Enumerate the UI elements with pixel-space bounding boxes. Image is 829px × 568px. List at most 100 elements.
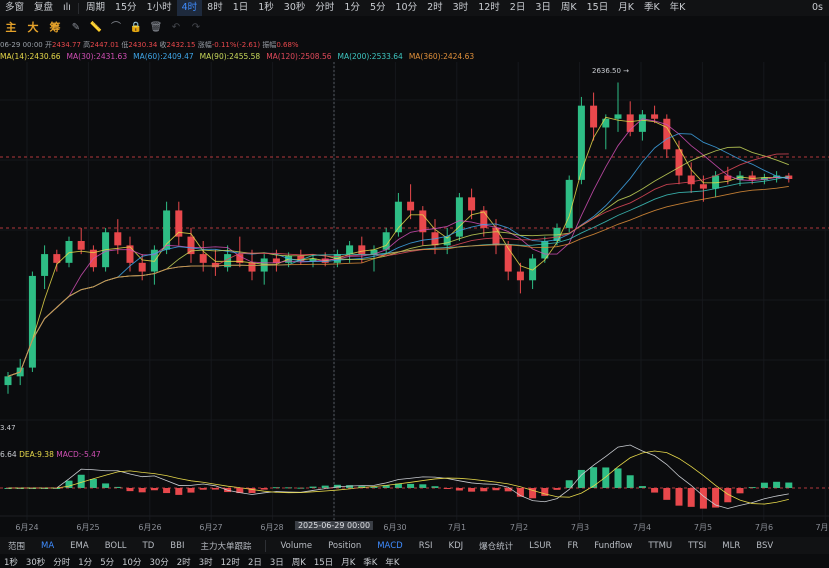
bottom-period-5[interactable]: 10分: [118, 556, 145, 568]
candle-body: [407, 201, 415, 211]
bottom-period-9[interactable]: 12时: [217, 556, 244, 568]
candle-body: [28, 275, 36, 368]
bottom-period-0[interactable]: 1秒: [0, 556, 22, 568]
macd-bar: [651, 488, 659, 493]
indicator-lsur[interactable]: LSUR: [521, 541, 559, 551]
indicator-ttmu[interactable]: TTMU: [640, 541, 680, 551]
macd-bar: [773, 481, 781, 488]
indicator-fr[interactable]: FR: [559, 541, 586, 551]
macd-bar: [675, 488, 683, 506]
macd-bar: [480, 488, 488, 492]
bottom-period-7[interactable]: 2时: [173, 556, 195, 568]
candle-body: [41, 254, 49, 276]
macd-bar: [407, 483, 415, 488]
bottom-period-15[interactable]: 季K: [359, 556, 381, 568]
candle-body: [199, 254, 207, 263]
time-label: 7月2: [509, 523, 529, 532]
candle-body: [614, 114, 622, 119]
candle-body: [138, 262, 146, 272]
time-label: 6月27: [199, 523, 223, 532]
low-annotation: 3.47: [0, 424, 16, 432]
indicator-ema[interactable]: EMA: [62, 541, 97, 551]
indicator-bsv[interactable]: BSV: [748, 541, 781, 551]
candle-body: [590, 105, 598, 128]
indicator-范围[interactable]: 范围: [0, 540, 33, 552]
bottom-period-14[interactable]: 月K: [337, 556, 359, 568]
macd-bar: [102, 483, 110, 488]
bottom-period-12[interactable]: 周K: [288, 556, 310, 568]
indicator-macd[interactable]: MACD: [369, 541, 410, 551]
bottom-period-8[interactable]: 3时: [195, 556, 217, 568]
macd-bar: [321, 485, 329, 488]
indicator-ma[interactable]: MA: [33, 541, 62, 551]
bottom-period-bar: 1秒 30秒 分时 1分 5分 10分 30分 2时 3时 12时 2日 3日 周K 15日 月K 季K 年K: [0, 556, 829, 568]
candle-body: [638, 114, 646, 132]
bottom-period-2[interactable]: 分时: [49, 556, 74, 568]
dea-label: DEA:: [19, 450, 38, 459]
indicator-volume[interactable]: Volume: [272, 541, 320, 551]
candlestick-chart[interactable]: [0, 0, 829, 568]
macd-bar: [626, 475, 634, 488]
candle-body: [492, 227, 500, 246]
dea-line: [8, 450, 789, 505]
indicator-bbi[interactable]: BBI: [162, 541, 192, 551]
bottom-period-16[interactable]: 年K: [381, 556, 403, 568]
time-label: 6月26: [138, 523, 162, 532]
candle-body: [577, 105, 585, 180]
indicator-separator: [265, 539, 267, 552]
indicator-ttsi[interactable]: TTSI: [680, 541, 714, 551]
time-axis: 6月24 6月25 6月26 6月27 6月28 2025-06-29 00:00 6月30…: [0, 520, 829, 534]
indicator-td[interactable]: TD: [135, 541, 163, 551]
candle-body: [687, 175, 695, 185]
bottom-period-13[interactable]: 15日: [310, 556, 337, 568]
candle-body: [248, 262, 256, 272]
indicator-mlr[interactable]: MLR: [714, 541, 748, 551]
indicator-主力大单跟踪[interactable]: 主力大单跟踪: [192, 540, 259, 552]
indicator-rsi[interactable]: RSI: [411, 541, 441, 551]
macd-bar: [760, 482, 768, 488]
time-label: 6月28: [260, 523, 284, 532]
dif-value: 6.64: [0, 450, 17, 459]
bottom-period-11[interactable]: 3日: [266, 556, 288, 568]
macd-bar: [163, 488, 171, 494]
bottom-period-3[interactable]: 1分: [74, 556, 96, 568]
macd-value: -5.47: [81, 450, 101, 459]
bottom-period-4[interactable]: 5分: [96, 556, 118, 568]
candle-body: [419, 210, 427, 233]
indicator-kdj[interactable]: KDJ: [441, 541, 472, 551]
candle-body: [468, 197, 476, 211]
macd-bar: [785, 482, 793, 488]
indicator-boll[interactable]: BOLL: [97, 541, 135, 551]
candle-body: [675, 149, 683, 176]
candle-body: [504, 245, 512, 272]
macd-bar: [89, 479, 97, 488]
candle-body: [114, 232, 122, 246]
bottom-period-10[interactable]: 2日: [244, 556, 266, 568]
candle-body: [663, 118, 671, 150]
ma-line: [7, 133, 789, 377]
indicator-爆仓统计[interactable]: 爆仓统计: [471, 540, 521, 552]
high-annotation: 2636.50 →: [592, 67, 630, 75]
indicator-position[interactable]: Position: [320, 541, 369, 551]
candle-body: [358, 245, 366, 255]
candle-body: [346, 245, 354, 255]
candle-body: [77, 241, 85, 250]
time-label: 7月: [815, 523, 829, 532]
candle-body: [516, 271, 524, 281]
macd-bar: [126, 488, 134, 492]
candle-body: [699, 184, 707, 189]
time-label: 6月30: [383, 523, 407, 532]
time-label: 7月5: [693, 523, 713, 532]
macd-readout: 6.64 DEA:9.38 MACD:-5.47: [0, 450, 101, 459]
time-label: 7月6: [754, 523, 774, 532]
bottom-period-6[interactable]: 30分: [145, 556, 172, 568]
candle-body: [4, 376, 12, 386]
macd-bar: [736, 488, 744, 494]
macd-bar: [614, 468, 622, 488]
bottom-period-1[interactable]: 30秒: [22, 556, 49, 568]
macd-bar: [602, 467, 610, 488]
indicator-fundflow[interactable]: Fundflow: [586, 541, 640, 551]
macd-bar: [419, 484, 427, 488]
ma-line: [7, 116, 789, 377]
macd-bar: [455, 488, 463, 491]
